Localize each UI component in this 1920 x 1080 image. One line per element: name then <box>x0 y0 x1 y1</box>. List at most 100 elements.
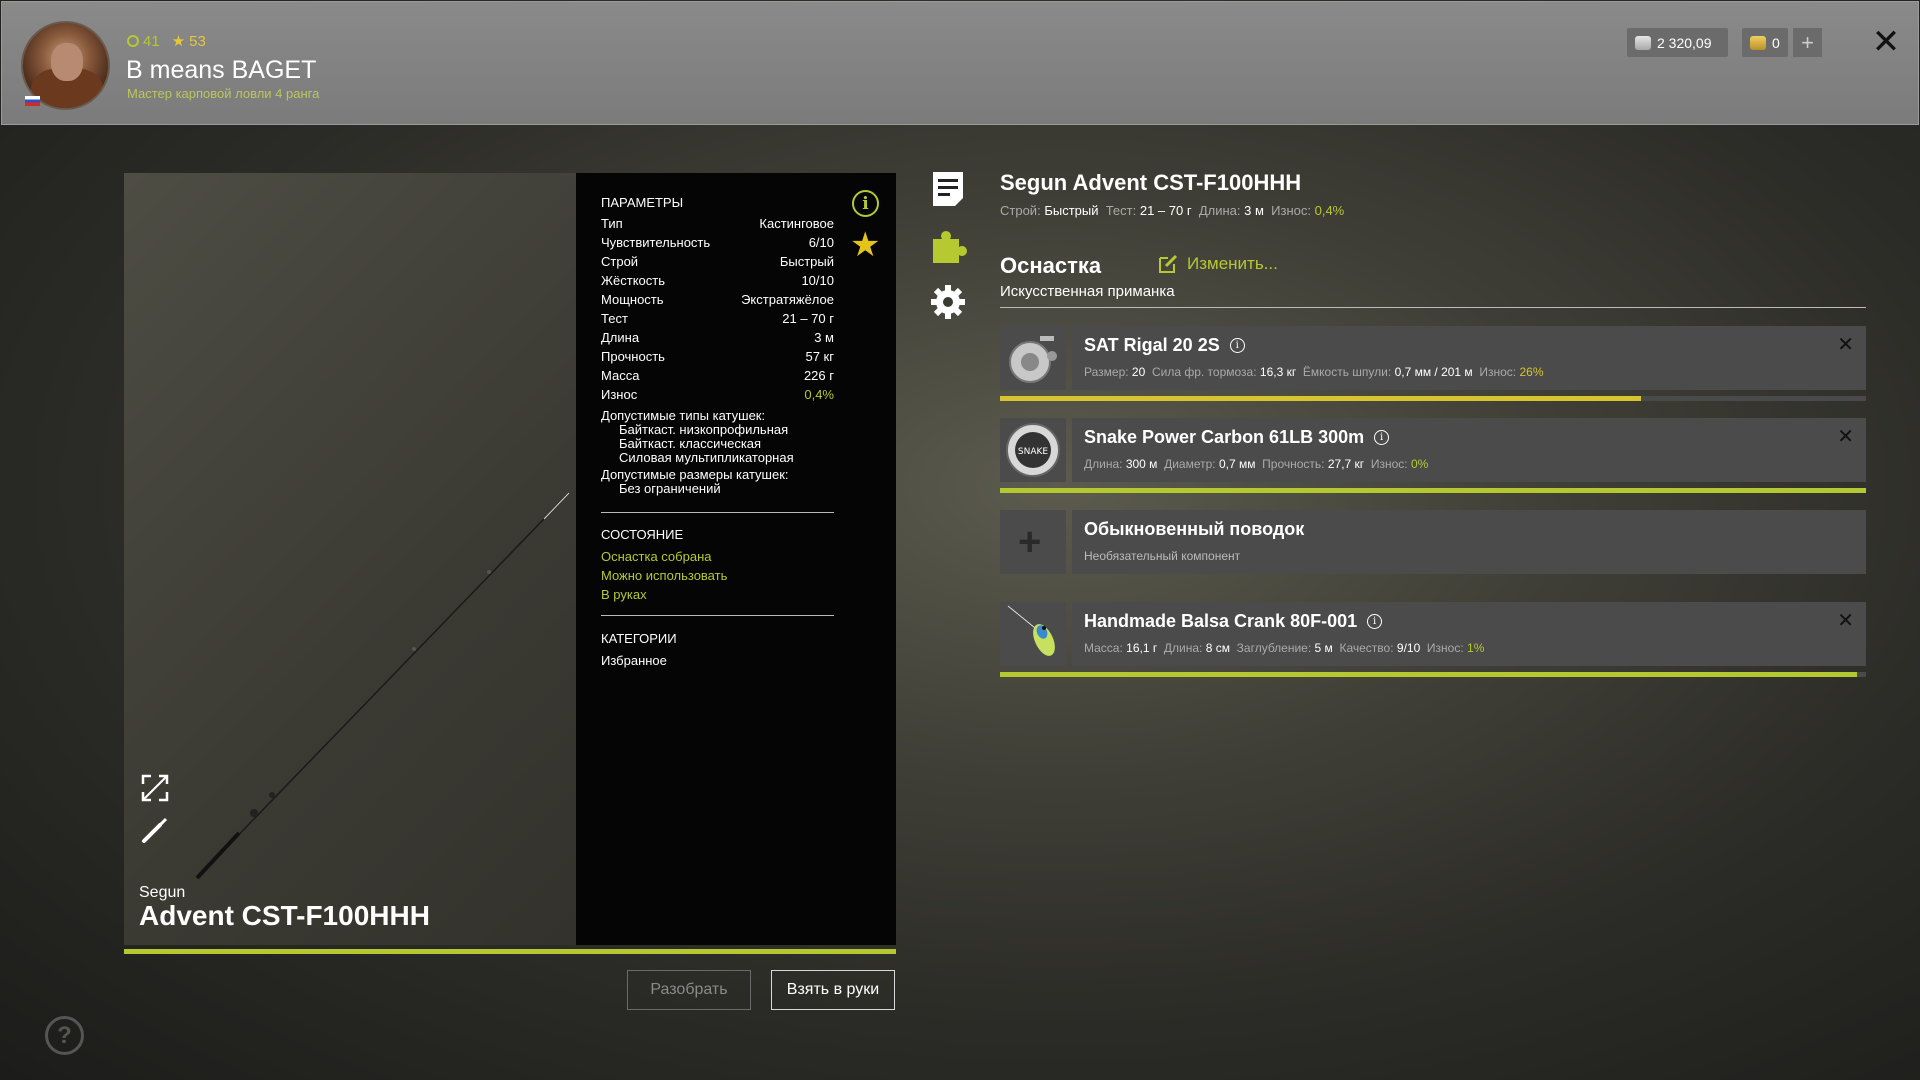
slot-details: Масса: 16,1 г Длина: 8 см Заглубление: 5… <box>1084 641 1485 655</box>
line-slot[interactable]: SNAKE Snake Power Carbon 61LB 300m i Длин… <box>1000 418 1866 493</box>
param-label: Износ <box>601 387 638 402</box>
top-bar: 41 ★ 53 B means BAGET Мастер карповой ло… <box>1 1 1919 125</box>
player-stats: 41 ★ 53 <box>127 32 206 50</box>
level-stat: 41 <box>127 33 160 50</box>
reel-types-list: Допустимые типы катушек: Байткаст. низко… <box>601 408 794 465</box>
star-icon: ★ <box>171 33 186 50</box>
param-row: Масса 226 г <box>601 368 834 383</box>
param-row: Тест 21 – 70 г <box>601 311 834 326</box>
slot-subtitle: Необязательный компонент <box>1084 549 1241 563</box>
param-row: Строй Быстрый <box>601 254 834 269</box>
state-item: В руках <box>601 587 647 602</box>
params-panel: ПАРАМЕТРЫ Тип Кастинговое Чувствительность… <box>576 173 896 945</box>
slot-name: Handmade Balsa Crank 80F-001 <box>1084 611 1358 631</box>
param-value: 21 – 70 г <box>782 311 834 326</box>
rig-title: Оснастка <box>1000 253 1102 278</box>
reel-sizes-list: Допустимые размеры катушек: Без ограниче… <box>601 467 789 496</box>
lure-thumbnail <box>1000 602 1066 666</box>
info-icon[interactable]: i <box>852 190 879 217</box>
line-thumbnail: SNAKE <box>1000 418 1066 482</box>
rig-type: Искусственная приманка <box>1000 283 1175 300</box>
gold-coin-icon <box>1750 35 1766 50</box>
param-value: 226 г <box>803 368 834 383</box>
rod-durability-bar <box>124 949 896 954</box>
plus-icon: + <box>1018 520 1042 564</box>
slot-name: Обыкновенный поводок <box>1084 519 1305 539</box>
take-in-hands-button[interactable]: Взять в руки <box>771 970 895 1010</box>
slot-name: SAT Rigal 20 2S <box>1084 335 1220 355</box>
brush-icon[interactable] <box>140 815 170 845</box>
param-value: 6/10 <box>808 235 834 250</box>
param-row: Жёсткость 10/10 <box>601 273 834 288</box>
close-button[interactable]: ✕ <box>1866 22 1906 62</box>
info-icon[interactable]: i <box>1374 430 1390 445</box>
param-value: Быстрый <box>779 254 834 269</box>
param-row: Длина 3 м <box>601 330 834 345</box>
info-icon[interactable]: i <box>1367 614 1383 629</box>
reel-slot[interactable]: SAT Rigal 20 2S i Размер: 20 Сила фр. тор… <box>1000 326 1866 401</box>
category-item: Избранное <box>601 653 667 668</box>
slot-durability-bar <box>1000 672 1866 677</box>
stars-stat: ★ 53 <box>171 32 206 51</box>
remove-slot-close-icon[interactable]: ✕ <box>1837 424 1854 449</box>
add-currency-button[interactable]: + <box>1793 28 1822 57</box>
player-rank: Мастер карповой ловли 4 ранга <box>127 86 320 101</box>
state-item: Оснастка собрана <box>601 549 712 564</box>
lure-slot[interactable]: Handmade Balsa Crank 80F-001 i Масса: 16,… <box>1000 602 1866 677</box>
rod-image <box>195 492 570 880</box>
info-icon[interactable]: i <box>1229 338 1245 353</box>
param-row: Износ 0,4% <box>601 387 834 402</box>
param-value: 57 кг <box>805 349 834 364</box>
param-value: 10/10 <box>801 273 834 288</box>
rod-preview[interactable] <box>124 173 576 945</box>
param-label: Чувствительность <box>601 235 711 250</box>
add-leader-thumbnail[interactable]: + <box>1000 510 1066 574</box>
state-item: Можно использовать <box>601 568 728 583</box>
param-row: Тип Кастинговое <box>601 216 834 231</box>
disassemble-button[interactable]: Разобрать <box>627 970 751 1010</box>
slot-durability-bar <box>1000 396 1866 401</box>
gold-balance[interactable]: 0 <box>1742 28 1788 57</box>
param-row: Чувствительность 6/10 <box>601 235 834 250</box>
param-label: Масса <box>601 368 640 383</box>
svg-text:SNAKE: SNAKE <box>1018 447 1049 457</box>
slot-durability-bar <box>1000 488 1866 493</box>
param-value: Кастинговое <box>759 216 834 231</box>
rod-model: Advent CST-F100HHH <box>139 900 430 931</box>
remove-slot-close-icon[interactable]: ✕ <box>1837 332 1854 357</box>
edit-rig-button[interactable]: Изменить... <box>1157 253 1278 275</box>
state-header: СОСТОЯНИЕ <box>601 527 684 542</box>
settings-gear-icon[interactable] <box>929 283 967 321</box>
tackle-specs: Строй: Быстрый Тест: 21 – 70 г Длина: 3 … <box>1000 203 1345 218</box>
param-value: Экстратяжёлое <box>741 292 834 307</box>
slot-details: Размер: 20 Сила фр. тормоза: 16,3 кг Ёмк… <box>1084 365 1544 379</box>
silver-balance[interactable]: 2 320,09 <box>1627 28 1728 57</box>
edit-icon <box>1159 254 1178 273</box>
remove-slot-close-icon[interactable]: ✕ <box>1837 608 1854 633</box>
tackle-title: Segun Advent CST-F100HHH <box>1000 170 1302 195</box>
param-label: Строй <box>601 254 639 269</box>
favorite-star-icon[interactable]: ★ <box>850 228 880 262</box>
level-ring-icon <box>127 35 139 47</box>
param-label: Прочность <box>601 349 665 364</box>
params-divider <box>601 512 834 513</box>
categories-header: КАТЕГОРИИ <box>601 631 677 646</box>
param-label: Жёсткость <box>601 273 665 288</box>
rig-tab-puzzle-icon[interactable] <box>929 227 967 265</box>
param-row: Прочность 57 кг <box>601 349 834 364</box>
description-tab-icon[interactable] <box>929 170 967 208</box>
slot-details: Длина: 300 м Диаметр: 0,7 мм Прочность: … <box>1084 457 1429 471</box>
param-row: Мощность Экстратяжёлое <box>601 292 834 307</box>
leader-slot[interactable]: + Обыкновенный поводок Необязательный ко… <box>1000 510 1866 574</box>
param-label: Тип <box>601 216 623 231</box>
silver-coin-icon <box>1635 35 1651 50</box>
param-label: Тест <box>601 311 628 326</box>
slot-name: Snake Power Carbon 61LB 300m <box>1084 427 1365 447</box>
flag-icon <box>25 96 40 106</box>
param-label: Длина <box>601 330 640 345</box>
param-value: 3 м <box>814 330 834 345</box>
reel-thumbnail <box>1000 326 1066 390</box>
player-name: B means BAGET <box>126 56 317 84</box>
expand-icon[interactable] <box>140 773 170 803</box>
help-icon[interactable]: ? <box>45 1016 84 1055</box>
